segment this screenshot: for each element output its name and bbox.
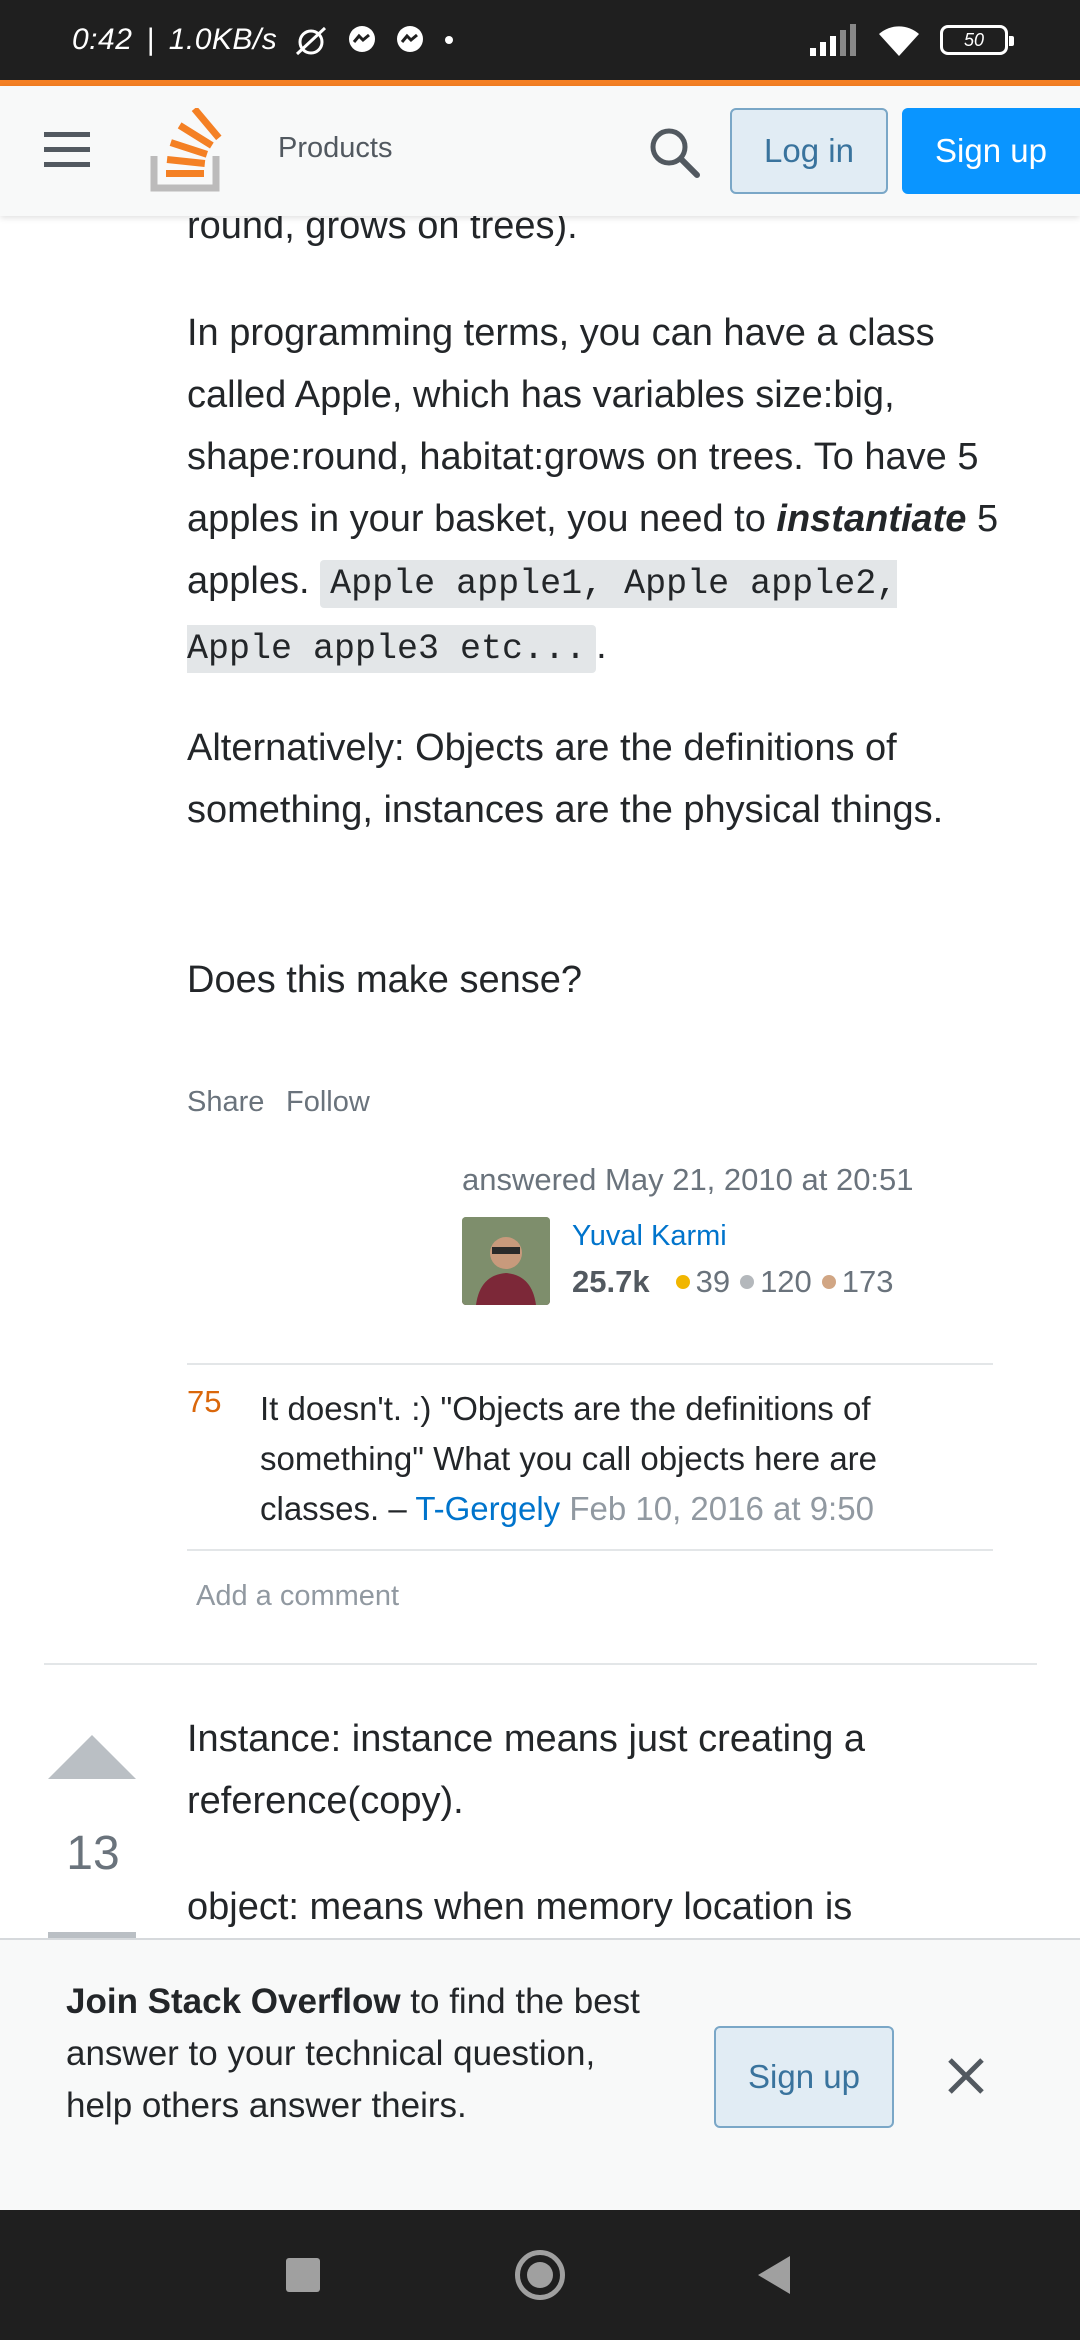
recent-apps-icon[interactable]	[286, 2258, 320, 2292]
products-link[interactable]: Products	[278, 132, 392, 165]
battery-icon: 50	[940, 25, 1014, 55]
banner-signup-button[interactable]: Sign up	[714, 2026, 894, 2128]
answer-paragraph-3: Does this make sense?	[187, 959, 582, 1001]
answered-timestamp: answered May 21, 2010 at 20:51	[462, 1162, 914, 1197]
comments-divider-bottom	[187, 1549, 993, 1551]
home-icon[interactable]	[515, 2250, 565, 2300]
signup-button[interactable]: Sign up	[902, 108, 1080, 194]
stackoverflow-logo[interactable]	[150, 106, 224, 197]
bronze-badge-icon	[821, 1275, 836, 1289]
messenger-icon-2	[393, 23, 427, 57]
banner-title: Join Stack Overflow	[66, 1982, 401, 2021]
messenger-icon	[345, 23, 379, 57]
join-banner: Join Stack Overflow to find the best ans…	[0, 1938, 1080, 2210]
notification-dot-icon	[441, 32, 457, 48]
answer-paragraph-1: In programming terms, you can have a cla…	[187, 302, 1017, 680]
login-button[interactable]: Log in	[730, 108, 888, 194]
alarm-off-icon	[291, 22, 331, 58]
next-answer-paragraph-2: object: means when memory location is	[187, 1886, 853, 1928]
follow-link[interactable]: Follow	[286, 1086, 370, 1119]
wifi-icon	[876, 22, 922, 58]
add-comment-link[interactable]: Add a comment	[196, 1580, 399, 1613]
status-bar: 0:42 | 1.0KB/s 50	[0, 0, 1080, 80]
answer-p1-end: .	[596, 625, 607, 667]
answer-separator	[44, 1663, 1037, 1665]
user-name-link[interactable]: Yuval Karmi	[572, 1220, 727, 1253]
gold-badge-count: 39	[695, 1264, 731, 1299]
silver-badge-count: 120	[760, 1264, 812, 1299]
close-icon[interactable]	[944, 2054, 988, 2098]
signal-icon	[808, 24, 858, 56]
comment-user-link[interactable]: T-Gergely	[415, 1490, 560, 1527]
hamburger-icon[interactable]	[44, 132, 90, 168]
next-answer-paragraph-1: Instance: instance means just creating a…	[187, 1718, 866, 1822]
comment-score: 75	[187, 1384, 222, 1419]
share-link[interactable]: Share	[187, 1086, 264, 1119]
reputation: 25.7k	[572, 1264, 650, 1299]
answer-p1-emphasis: instantiate	[776, 498, 967, 540]
network-speed: 1.0KB/s	[168, 23, 278, 56]
silver-badge-icon	[740, 1275, 755, 1289]
top-bar: Products Log in Sign up	[0, 86, 1080, 216]
comment-date: Feb 10, 2016 at 9:50	[569, 1490, 874, 1527]
battery-level: 50	[963, 29, 985, 50]
answer-paragraph-2: Alternatively: Objects are the definitio…	[187, 727, 944, 831]
bronze-badge-count: 173	[841, 1264, 894, 1299]
user-card: answered May 21, 2010 at 20:51 Yuval Kar…	[462, 1162, 962, 1305]
arrow-up-icon[interactable]	[48, 1735, 136, 1779]
status-separator: |	[146, 23, 155, 56]
back-icon[interactable]	[758, 2256, 790, 2294]
status-time: 0:42	[72, 23, 133, 56]
avatar[interactable]	[462, 1217, 550, 1305]
comment: It doesn't. :) "Objects are the definiti…	[260, 1384, 960, 1534]
gold-badge-icon	[675, 1275, 690, 1289]
user-stats: 25.7k 39 120 173	[572, 1264, 894, 1300]
banner-text: Join Stack Overflow to find the best ans…	[66, 1976, 646, 2132]
system-nav-bar	[0, 2210, 1080, 2340]
vote-count: 13	[66, 1827, 120, 1880]
comments-divider-top	[187, 1363, 993, 1365]
search-icon[interactable]	[646, 124, 702, 180]
